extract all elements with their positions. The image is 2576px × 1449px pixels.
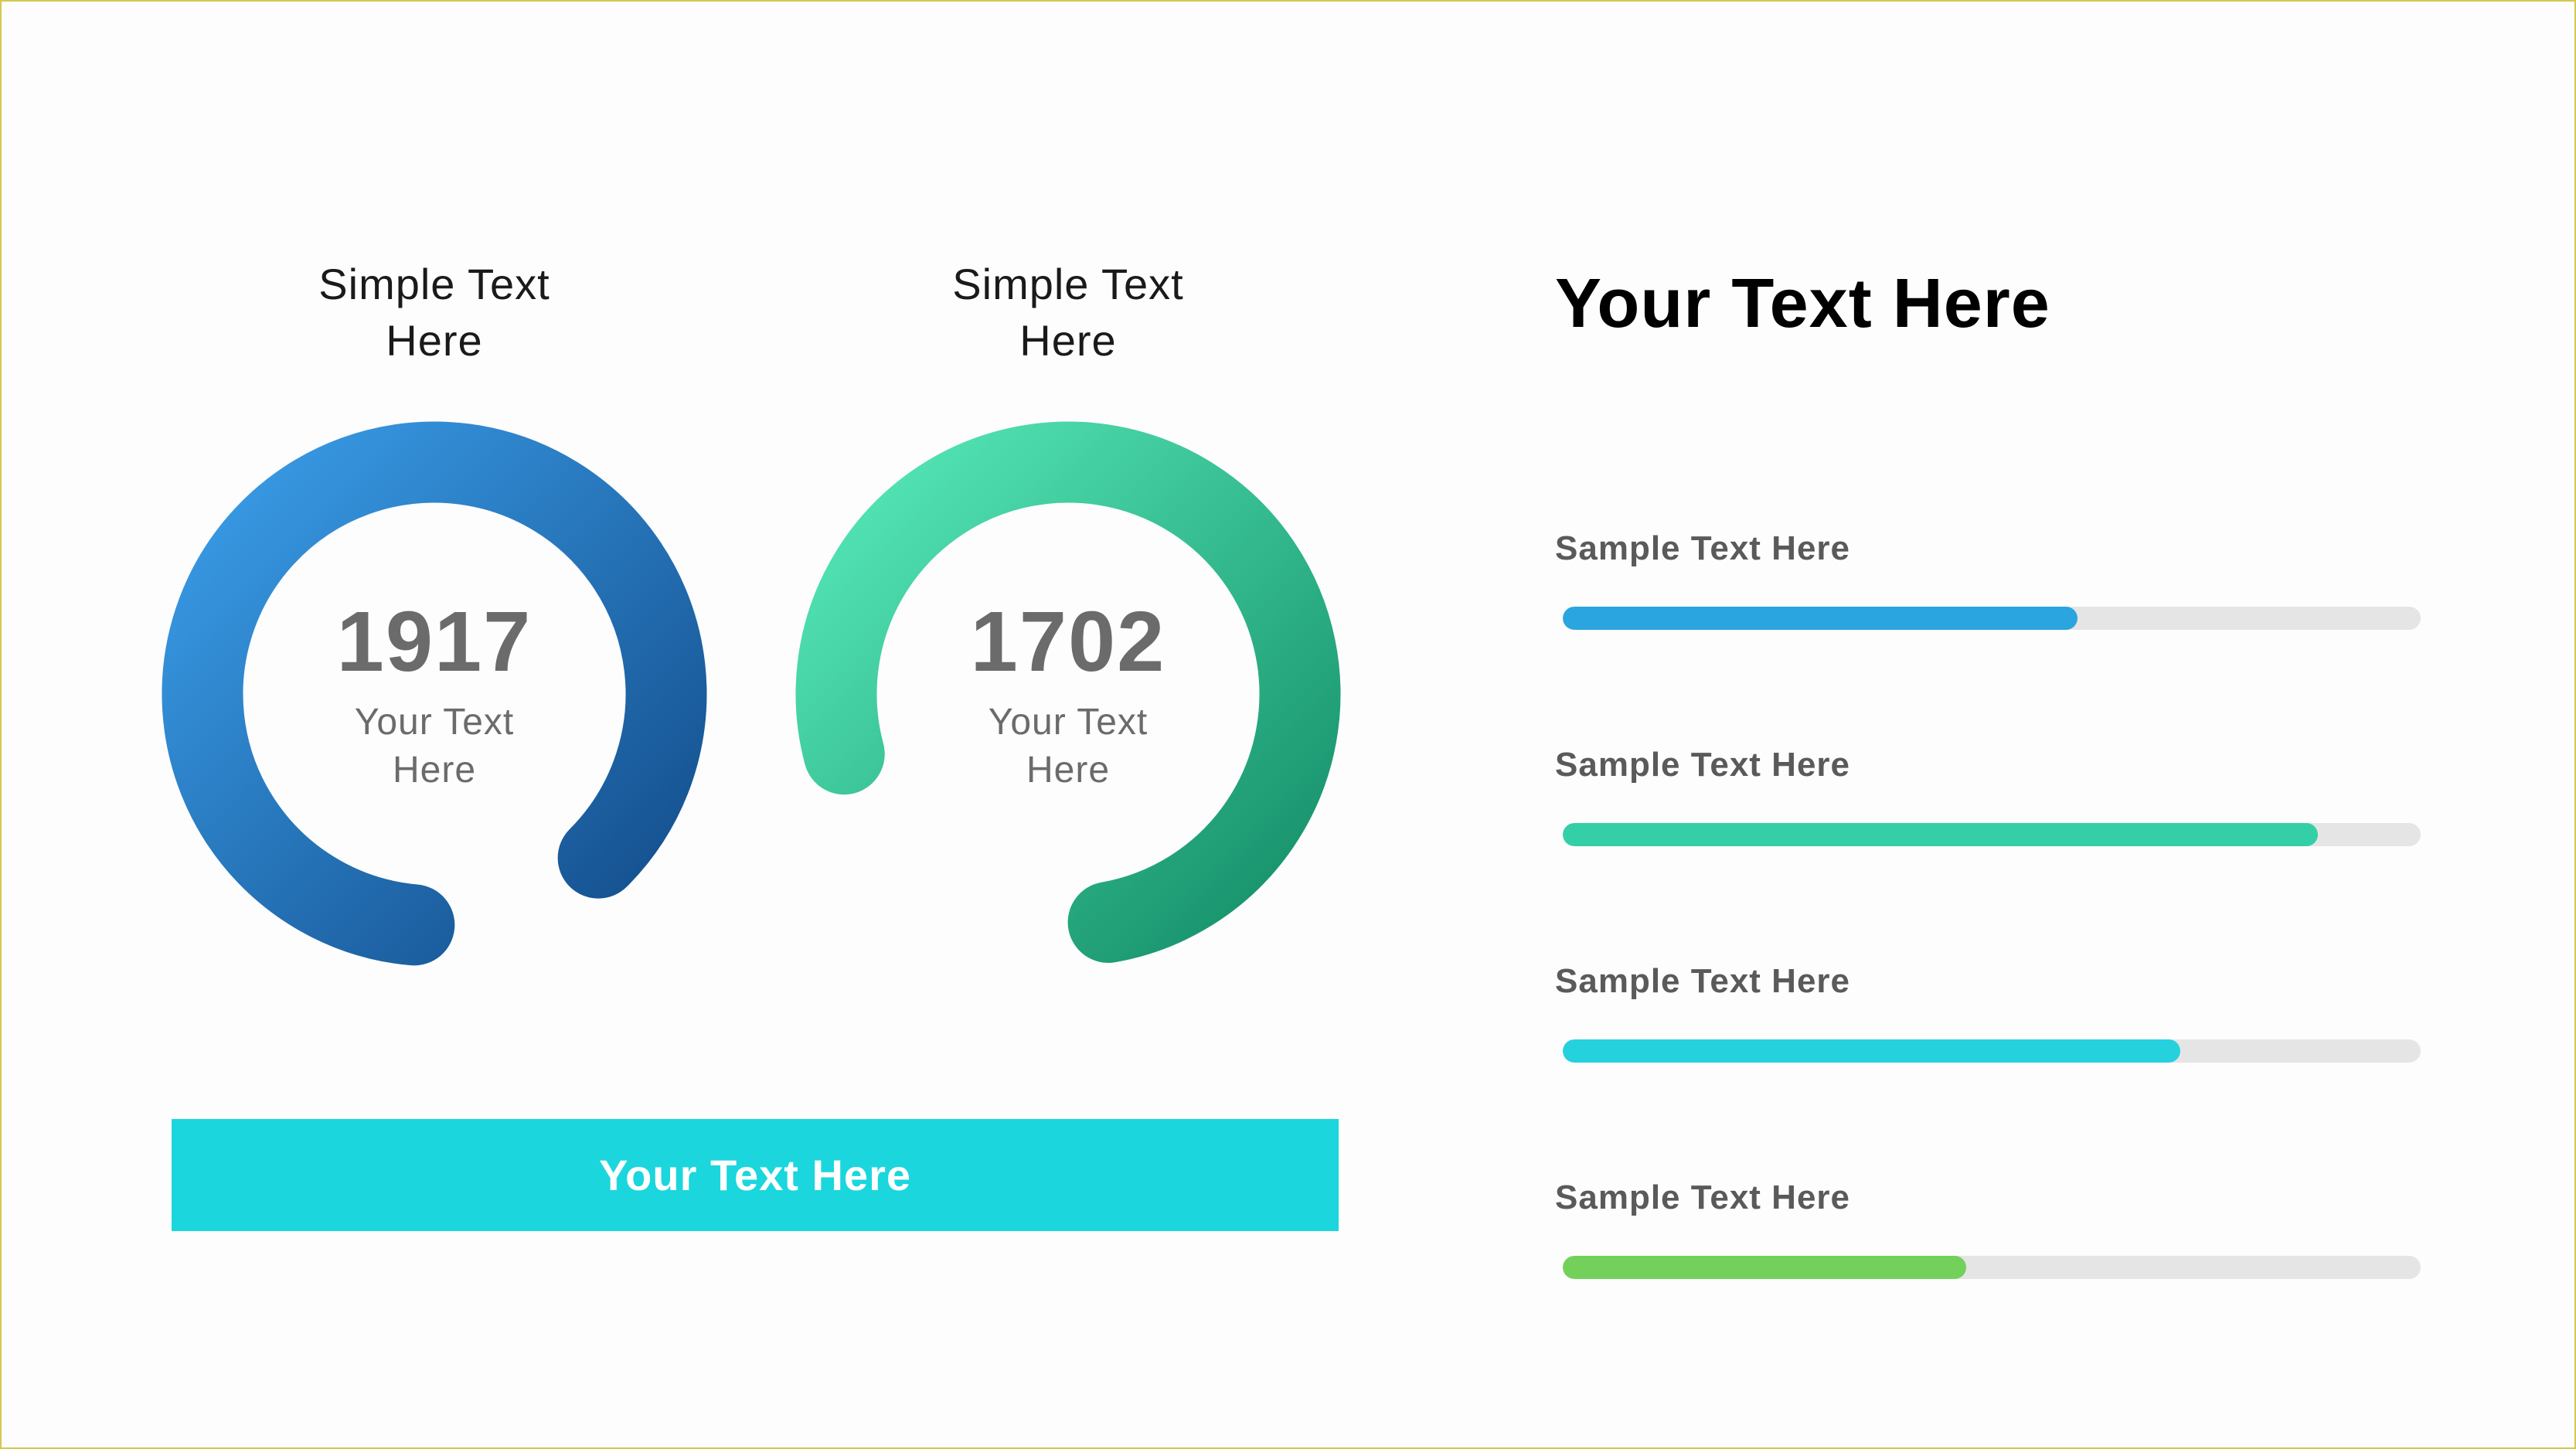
- gauge-2: Simple TextHere 1702 Your TextHere: [790, 257, 1346, 972]
- gauge-1-arc: 1917 Your TextHere: [156, 416, 713, 972]
- gauge-2-value: 1702: [971, 593, 1166, 691]
- gauge-2-subtext: Your TextHere: [971, 699, 1166, 795]
- bar-1-track: [1563, 607, 2421, 630]
- bar-2: Sample Text Here: [1555, 746, 2428, 846]
- gauges-row: Simple TextHere 1917 Your TextHere: [156, 257, 1393, 972]
- bar-2-track: [1563, 823, 2421, 846]
- gauge-2-center: 1702 Your TextHere: [971, 593, 1166, 795]
- gauge-1-center: 1917 Your TextHere: [337, 593, 533, 795]
- gauge-1-title: Simple TextHere: [318, 257, 550, 369]
- gauge-2-title: Simple TextHere: [952, 257, 1183, 369]
- bar-3-track: [1563, 1039, 2421, 1063]
- banner: Your Text Here: [172, 1119, 1339, 1231]
- bar-1-label: Sample Text Here: [1555, 529, 2428, 568]
- bar-2-label: Sample Text Here: [1555, 746, 2428, 784]
- gauge-1: Simple TextHere 1917 Your TextHere: [156, 257, 713, 972]
- bars-list: Sample Text Here Sample Text Here Sample…: [1555, 529, 2428, 1279]
- gauge-2-arc: 1702 Your TextHere: [790, 416, 1346, 972]
- gauge-1-subtext: Your TextHere: [337, 699, 533, 795]
- bar-2-fill: [1563, 823, 2318, 846]
- bar-4-label: Sample Text Here: [1555, 1179, 2428, 1217]
- bar-1: Sample Text Here: [1555, 529, 2428, 630]
- left-section: Simple TextHere 1917 Your TextHere: [156, 257, 1393, 1231]
- bar-4-track: [1563, 1256, 2421, 1279]
- bar-3: Sample Text Here: [1555, 962, 2428, 1063]
- bar-3-label: Sample Text Here: [1555, 962, 2428, 1001]
- right-section: Your Text Here Sample Text Here Sample T…: [1555, 264, 2428, 1279]
- gauge-1-value: 1917: [337, 593, 533, 691]
- right-title: Your Text Here: [1555, 264, 2428, 344]
- bar-3-fill: [1563, 1039, 2180, 1063]
- bar-1-fill: [1563, 607, 2077, 630]
- bar-4-fill: [1563, 1256, 1966, 1279]
- bar-4: Sample Text Here: [1555, 1179, 2428, 1279]
